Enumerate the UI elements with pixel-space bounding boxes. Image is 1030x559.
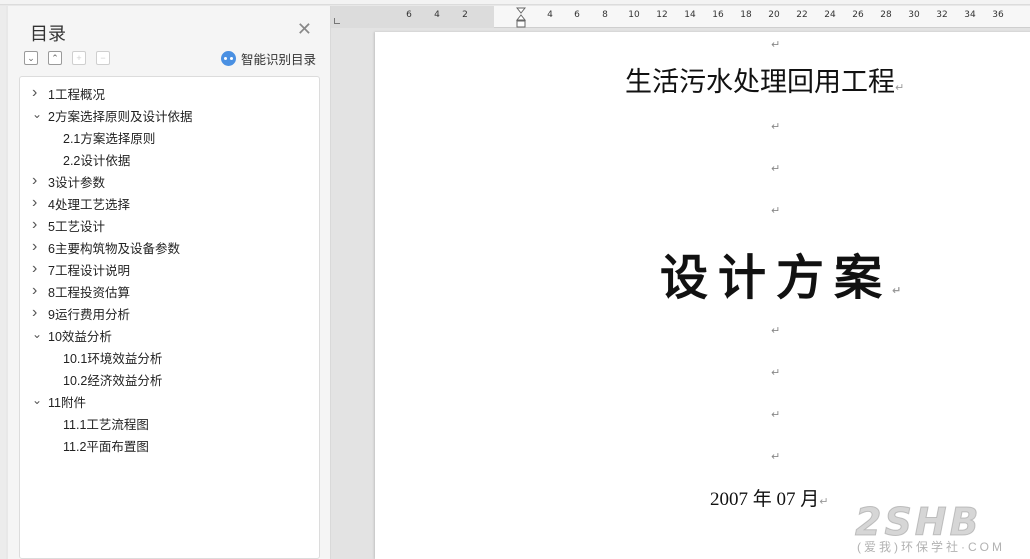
toc-item[interactable]: ⌄ 11附件 xyxy=(20,390,319,412)
paragraph-mark: ↵ xyxy=(771,163,781,175)
toc-item[interactable]: › 8工程投资估算 xyxy=(20,280,319,302)
ruler-tick-label: 14 xyxy=(684,10,696,20)
paragraph-mark: ↵ xyxy=(771,451,781,463)
paragraph-mark: ↵ xyxy=(771,409,781,421)
ruler-tick-label: 34 xyxy=(964,10,976,20)
document-page[interactable]: ↵ 生活污水处理回用工程↵ ↵ ↵ ↵ 设计方案↵ ↵ ↵ ↵ ↵ 2007 年… xyxy=(375,32,1030,559)
toc-item-label: 9运行费用分析 xyxy=(48,307,130,322)
chevron-right-icon[interactable]: › xyxy=(32,84,48,102)
toc-item[interactable]: 11.1工艺流程图 xyxy=(20,412,319,434)
ruler-tick-label: 26 xyxy=(852,10,864,20)
collapse-all-icon[interactable]: ⌄ xyxy=(24,51,38,65)
ruler-tick-label: 12 xyxy=(656,10,668,20)
document-title[interactable]: 生活污水处理回用工程↵ xyxy=(625,60,904,99)
toc-item[interactable]: 11.2平面布置图 xyxy=(20,434,319,456)
ruler-tick-label: 32 xyxy=(936,10,948,20)
paragraph-mark: ↵ xyxy=(771,121,781,133)
toc-item-label: 11.1工艺流程图 xyxy=(63,417,149,432)
watermark: 2SHB (爱我)环保学社·COM xyxy=(855,500,1025,556)
toc-item-label: 11附件 xyxy=(48,395,86,410)
toc-item-label: 10.2经济效益分析 xyxy=(63,373,163,388)
robot-icon xyxy=(220,51,236,66)
toc-item[interactable]: › 9运行费用分析 xyxy=(20,302,319,324)
ruler-tick-label: 28 xyxy=(880,10,892,20)
toc-item-label: 1工程概况 xyxy=(48,87,105,102)
ruler-tick-label: 4 xyxy=(547,10,553,20)
toc-item-label: 4处理工艺选择 xyxy=(48,197,130,212)
top-strip xyxy=(0,0,1030,5)
ruler-tick-label: 22 xyxy=(796,10,808,20)
document-subtitle[interactable]: 设计方案↵ xyxy=(660,238,911,308)
tab-stop-selector-icon[interactable] xyxy=(334,18,340,24)
toc-item[interactable]: ⌄ 10效益分析 xyxy=(20,324,319,346)
ruler-tick-label: 18 xyxy=(740,10,752,20)
toc-item-label: 5工艺设计 xyxy=(48,219,105,234)
watermark-tagline: (爱我)环保学社·COM xyxy=(857,540,1005,554)
toc-item-label: 2.1方案选择原则 xyxy=(63,131,156,146)
toc-item[interactable]: › 4处理工艺选择 xyxy=(20,192,319,214)
horizontal-ruler[interactable]: 6 4 2 4 6 8 10 12 14 16 18 20 22 24 26 28 30 32 34 36 xyxy=(331,6,1030,28)
ruler-tick-label: 6 xyxy=(406,10,412,20)
ruler-tick-label: 24 xyxy=(824,10,836,20)
toc-item[interactable]: › 3设计参数 xyxy=(20,170,319,192)
chevron-down-icon[interactable]: ⌄ xyxy=(32,107,48,121)
toc-item-label: 10效益分析 xyxy=(48,329,112,344)
ruler-tick-label: 10 xyxy=(628,10,640,20)
chevron-right-icon[interactable]: › xyxy=(32,172,48,190)
toc-list-box: › 1工程概况 ⌄ 2方案选择原则及设计依据 2.1方案选择原则 2.2设计依据 › 3设计参… xyxy=(19,76,320,559)
expand-all-icon[interactable]: ⌃ xyxy=(48,51,62,65)
paragraph-mark: ↵ xyxy=(771,205,781,217)
ruler-tick-label: 2 xyxy=(462,10,468,20)
ruler-tick-label: 20 xyxy=(768,10,780,20)
toc-item[interactable]: › 1工程概况 xyxy=(20,82,319,104)
document-date[interactable]: 2007 年 07 月↵ xyxy=(710,484,828,511)
chevron-down-icon[interactable]: ⌄ xyxy=(32,393,48,407)
toc-item[interactable]: ⌄ 2方案选择原则及设计依据 xyxy=(20,104,319,126)
smart-toc-label: 智能识别目录 xyxy=(240,53,316,67)
toc-item-label: 8工程投资估算 xyxy=(48,285,130,300)
chevron-right-icon[interactable]: › xyxy=(32,238,48,256)
ruler-tick-label: 36 xyxy=(992,10,1004,20)
toc-item-label: 11.2平面布置图 xyxy=(63,439,149,454)
paragraph-mark: ↵ xyxy=(771,39,781,51)
remove-heading-icon[interactable]: − xyxy=(96,51,110,65)
app-window: 目录 ✕ ⌄ ⌃ + − 智能识别目录 › 1工程概况 ⌄ 2方案选择原则及设计依据 2… xyxy=(0,0,1030,559)
ruler-tick-label: 8 xyxy=(602,10,608,20)
ruler-left-margin xyxy=(331,6,494,28)
ruler-tick-label: 30 xyxy=(908,10,920,20)
toc-pane: 目录 ✕ ⌄ ⌃ + − 智能识别目录 › 1工程概况 ⌄ 2方案选择原则及设计依据 2… xyxy=(8,6,331,559)
chevron-right-icon[interactable]: › xyxy=(32,216,48,234)
ruler-tick-label: 16 xyxy=(712,10,724,20)
left-scroll-rail[interactable] xyxy=(0,6,6,559)
toc-item[interactable]: 2.2设计依据 xyxy=(20,148,319,170)
close-icon[interactable]: ✕ xyxy=(297,20,312,38)
ruler-tick-label: 4 xyxy=(434,10,440,20)
toc-item-label: 2方案选择原则及设计依据 xyxy=(48,109,193,124)
chevron-down-icon[interactable]: ⌄ xyxy=(32,327,48,341)
toc-list: › 1工程概况 ⌄ 2方案选择原则及设计依据 2.1方案选择原则 2.2设计依据 › 3设计参… xyxy=(20,77,319,456)
smart-toc-button[interactable]: 智能识别目录 xyxy=(220,49,316,68)
toc-item[interactable]: 10.1环境效益分析 xyxy=(20,346,319,368)
toc-item-label: 3设计参数 xyxy=(48,175,105,190)
toc-pane-title: 目录 xyxy=(30,24,66,44)
toc-item-label: 10.1环境效益分析 xyxy=(63,351,163,366)
chevron-right-icon[interactable]: › xyxy=(32,260,48,278)
toc-item-label: 7工程设计说明 xyxy=(48,263,130,278)
toc-item[interactable]: 2.1方案选择原则 xyxy=(20,126,319,148)
toc-item[interactable]: › 6主要构筑物及设备参数 xyxy=(20,236,319,258)
toc-item-label: 2.2设计依据 xyxy=(63,153,131,168)
toc-toolbar: ⌄ ⌃ + − xyxy=(24,51,110,65)
toc-item[interactable]: › 7工程设计说明 xyxy=(20,258,319,280)
toc-item-label: 6主要构筑物及设备参数 xyxy=(48,241,180,256)
toc-item[interactable]: 10.2经济效益分析 xyxy=(20,368,319,390)
ruler-tick-label: 6 xyxy=(574,10,580,20)
add-heading-icon[interactable]: + xyxy=(72,51,86,65)
toc-item[interactable]: › 5工艺设计 xyxy=(20,214,319,236)
chevron-right-icon[interactable]: › xyxy=(32,304,48,322)
paragraph-mark: ↵ xyxy=(771,367,781,379)
paragraph-mark: ↵ xyxy=(771,325,781,337)
chevron-right-icon[interactable]: › xyxy=(32,282,48,300)
indent-marker-icon[interactable] xyxy=(516,7,526,29)
chevron-right-icon[interactable]: › xyxy=(32,194,48,212)
